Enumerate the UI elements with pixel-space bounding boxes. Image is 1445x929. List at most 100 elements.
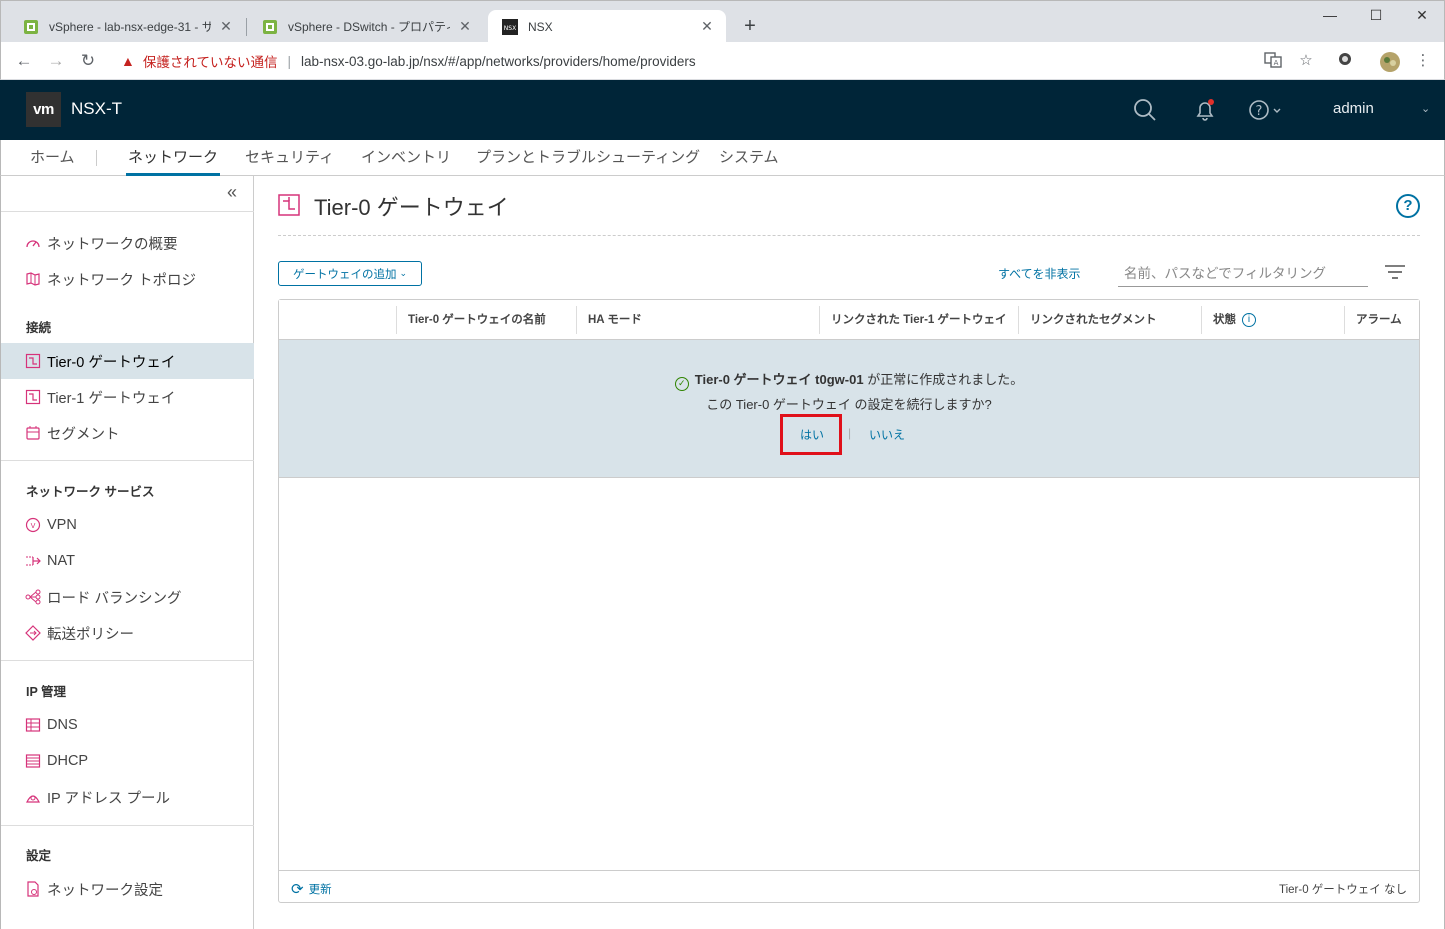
- sidebar-item-forwarding-policy[interactable]: 転送ポリシー: [1, 615, 254, 651]
- back-arrow-icon[interactable]: ←: [13, 50, 35, 72]
- sidebar-item-vpn[interactable]: V VPN: [1, 507, 254, 543]
- filter-icon[interactable]: [1384, 264, 1406, 280]
- column-header-linked-segments[interactable]: リンクされたセグメント: [1018, 300, 1157, 340]
- search-icon[interactable]: [1133, 98, 1157, 122]
- info-icon[interactable]: i: [1242, 312, 1256, 327]
- url-text[interactable]: lab-nsx-03.go-lab.jp/nsx/#/app/networks/…: [301, 54, 696, 69]
- svg-text:V: V: [31, 522, 36, 530]
- link-separator: |: [848, 426, 852, 440]
- help-menu-icon[interactable]: ?: [1248, 98, 1282, 122]
- vsphere-icon: [262, 19, 278, 35]
- help-icon[interactable]: ?: [1396, 194, 1420, 218]
- grid-header: Tier-0 ゲートウェイの名前 HA モード リンクされた Tier-1 ゲー…: [279, 300, 1419, 340]
- add-gateway-label: ゲートウェイの追加: [292, 268, 397, 281]
- tier0-gateway-icon: [25, 353, 41, 369]
- maximize-icon[interactable]: ☐: [1361, 7, 1391, 24]
- sidebar-section-ip-management: IP 管理: [26, 685, 67, 699]
- sidebar-item-ip-address-pools[interactable]: IP アドレス プール: [1, 779, 254, 815]
- chevron-down-icon[interactable]: ⌄: [1421, 102, 1430, 115]
- gateway-count: Tier-0 ゲートウェイ なし: [1279, 884, 1407, 896]
- sidebar-item-dhcp[interactable]: DHCP: [1, 743, 254, 779]
- vpn-icon: V: [25, 517, 41, 533]
- address-bar[interactable]: ▲ 保護されていない通信 | lab-nsx-03.go-lab.jp/nsx/…: [109, 46, 1325, 76]
- close-icon[interactable]: ✕: [698, 18, 716, 35]
- browser-tab-vsphere-edge[interactable]: vSphere - lab-nsx-edge-31 - サマ ✕: [9, 10, 245, 43]
- column-header-alarms[interactable]: アラーム: [1344, 300, 1402, 340]
- tab-divider: [246, 18, 247, 36]
- warning-icon: ▲: [121, 53, 135, 69]
- close-icon[interactable]: ✕: [217, 18, 235, 35]
- new-tab-button[interactable]: +: [739, 15, 761, 37]
- sidebar-item-segments[interactable]: セグメント: [1, 415, 254, 451]
- nav-tab-inventory[interactable]: インベントリ: [359, 140, 453, 176]
- tab-title: vSphere - lab-nsx-edge-31 - サマ: [49, 20, 211, 34]
- forward-arrow-icon[interactable]: →: [45, 50, 67, 72]
- sidebar-section-connectivity: 接続: [26, 321, 52, 335]
- nav-tab-plan-troubleshoot[interactable]: プランとトラブルシューティング: [474, 140, 702, 176]
- browser-tab-bar: vSphere - lab-nsx-edge-31 - サマ ✕ vSphere…: [0, 0, 1445, 43]
- hide-all-link[interactable]: すべてを非表示: [998, 265, 1080, 282]
- column-header-name[interactable]: Tier-0 ゲートウェイの名前: [396, 300, 546, 340]
- sidebar-item-label: ネットワーク トポロジ: [47, 272, 197, 289]
- sidebar-item-label: DNS: [47, 717, 78, 733]
- close-icon[interactable]: ✕: [456, 18, 474, 35]
- profile-avatar[interactable]: [1379, 51, 1400, 72]
- sidebar-item-label: ネットワーク設定: [47, 882, 163, 899]
- chevron-down-icon: ⌄: [399, 268, 408, 278]
- add-gateway-button[interactable]: ゲートウェイの追加 ⌄: [278, 261, 422, 286]
- reload-icon[interactable]: ↻: [77, 50, 99, 72]
- refresh-label: 更新: [308, 884, 332, 896]
- nav-tab-home[interactable]: ホーム: [28, 140, 77, 176]
- nav-tab-security[interactable]: セキュリティ: [243, 140, 336, 176]
- translate-icon[interactable]: A: [1263, 51, 1283, 71]
- column-header-status[interactable]: 状態 i: [1201, 300, 1256, 340]
- continue-question: この Tier-0 ゲートウェイ の設定を続行しますか?: [706, 397, 992, 412]
- bookmark-star-icon[interactable]: ☆: [1296, 51, 1316, 71]
- tab-title: vSphere - DSwitch - プロパティ: [288, 20, 450, 34]
- nav-tab-system[interactable]: システム: [717, 140, 781, 176]
- minimize-icon[interactable]: —: [1315, 7, 1345, 23]
- no-link[interactable]: いいえ: [869, 426, 905, 443]
- browser-tab-nsx[interactable]: NSX NSX ✕: [488, 10, 726, 43]
- sidebar-item-network-overview[interactable]: ネットワークの概要: [1, 225, 254, 261]
- tier1-gateway-icon: [25, 389, 41, 405]
- column-header-linked-tier1[interactable]: リンクされた Tier-1 ゲートウェイ: [819, 300, 1007, 340]
- url-divider: |: [287, 53, 291, 69]
- status-label: 状態: [1213, 314, 1236, 326]
- extension-icon[interactable]: [1335, 51, 1355, 71]
- sidebar-item-network-topology[interactable]: ネットワーク トポロジ: [1, 261, 254, 297]
- collapse-sidebar-icon[interactable]: «: [227, 182, 237, 203]
- sidebar-item-label: DHCP: [47, 753, 89, 769]
- sidebar-item-dns[interactable]: DNS: [1, 707, 254, 743]
- sidebar-item-load-balancing[interactable]: ロード バランシング: [1, 579, 254, 615]
- page-title: Tier-0 ゲートウェイ: [314, 195, 509, 220]
- dhcp-icon: [25, 753, 41, 769]
- yes-link[interactable]: はい: [800, 426, 824, 443]
- sidebar-divider: [1, 460, 254, 461]
- tier0-gateway-icon: [278, 194, 300, 216]
- sidebar-item-tier1-gateway[interactable]: Tier-1 ゲートウェイ: [1, 379, 254, 415]
- browser-menu-icon[interactable]: ⋮: [1413, 51, 1433, 71]
- browser-tab-vsphere-dswitch[interactable]: vSphere - DSwitch - プロパティ ✕: [248, 10, 484, 43]
- sidebar-item-label: ネットワークの概要: [47, 236, 178, 253]
- sidebar-item-network-settings[interactable]: ネットワーク設定: [1, 871, 254, 907]
- sidebar-item-label: Tier-0 ゲートウェイ: [47, 354, 176, 371]
- main-nav: ホーム ネットワーク セキュリティ インベントリ プランとトラブルシューティング…: [0, 140, 1445, 176]
- success-banner: ✓ Tier-0 ゲートウェイ t0gw-01 が正常に作成されました。 この T…: [279, 340, 1419, 478]
- forwarding-policy-icon: [25, 625, 41, 641]
- sidebar-section-settings: 設定: [26, 849, 52, 863]
- security-warning[interactable]: 保護されていない通信: [143, 51, 278, 71]
- load-balancer-icon: [25, 589, 41, 605]
- sidebar-item-label: NAT: [47, 553, 75, 569]
- notification-bell-icon[interactable]: [1193, 98, 1217, 122]
- vsphere-icon: [23, 19, 39, 35]
- column-header-ha-mode[interactable]: HA モード: [576, 300, 642, 340]
- title-divider: [278, 235, 1420, 236]
- user-menu[interactable]: admin: [1333, 100, 1374, 117]
- nav-tab-networking[interactable]: ネットワーク: [126, 140, 221, 176]
- filter-input[interactable]: [1118, 260, 1368, 287]
- refresh-button[interactable]: ⟳ 更新: [291, 880, 332, 898]
- sidebar-item-tier0-gateway[interactable]: Tier-0 ゲートウェイ: [1, 343, 254, 379]
- window-close-icon[interactable]: ✕: [1407, 7, 1437, 24]
- sidebar-item-nat[interactable]: NAT: [1, 543, 254, 579]
